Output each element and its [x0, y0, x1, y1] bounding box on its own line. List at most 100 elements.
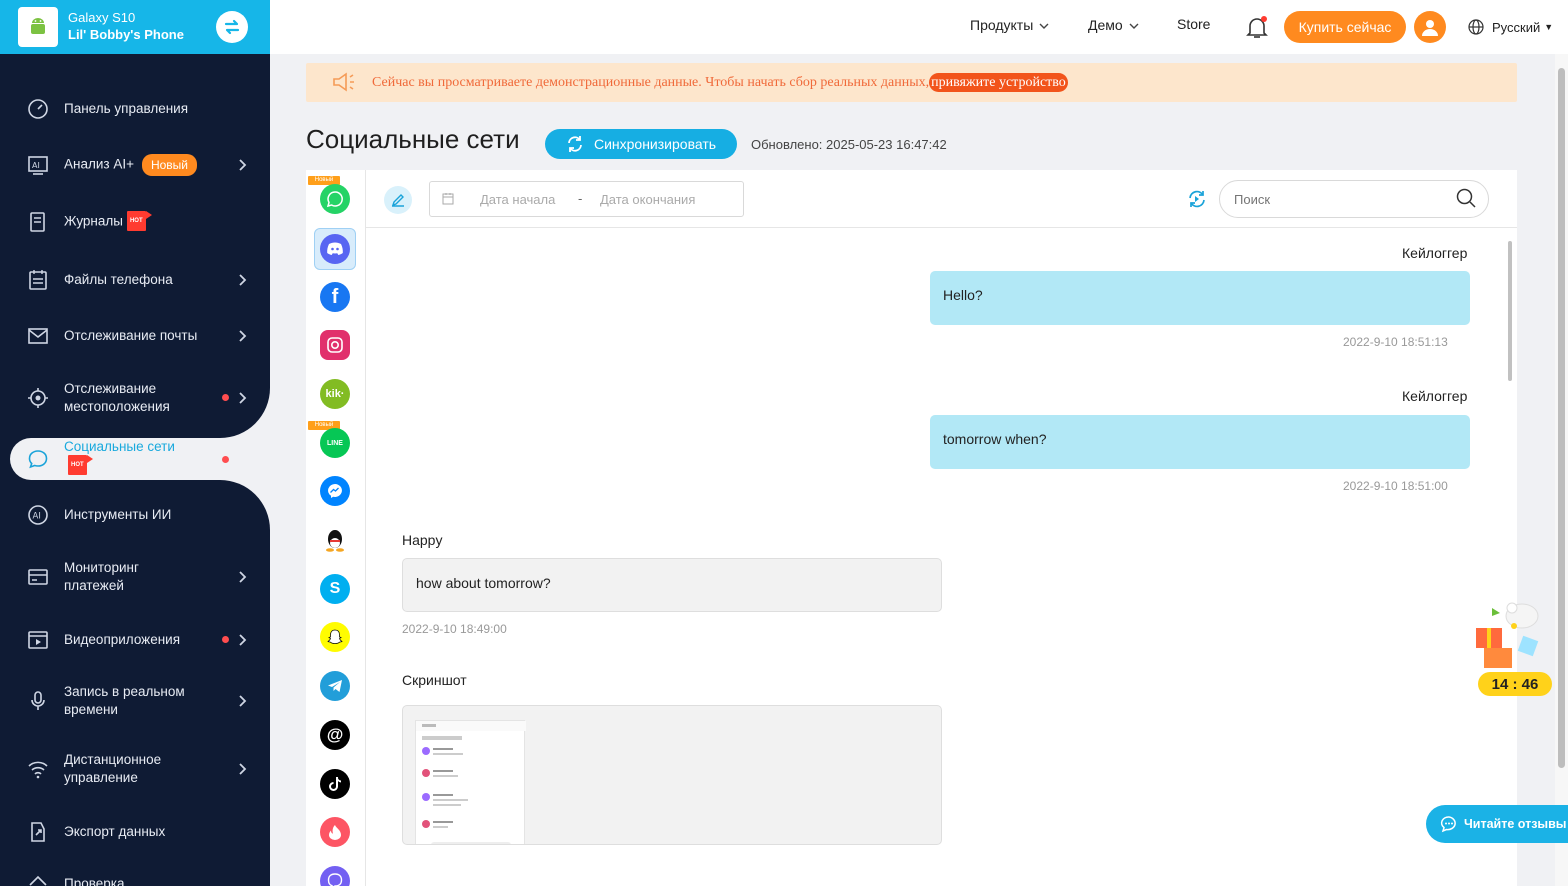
nav-remote-control[interactable]: Дистанционное управление — [0, 751, 270, 787]
discord-icon[interactable] — [320, 234, 350, 264]
screenshot-attachment[interactable] — [402, 705, 942, 845]
buy-now-button[interactable]: Купить сейчас — [1284, 11, 1406, 43]
read-reviews-button[interactable]: Читайте отзывы — [1426, 805, 1568, 843]
snapchat-icon[interactable] — [320, 622, 350, 652]
sidebar: Galaxy S10 Lil' Bobby's Phone Панель упр… — [0, 0, 270, 886]
nav-ai-tools[interactable]: AI Инструменты ИИ — [0, 505, 270, 525]
menu-products[interactable]: Продукты — [970, 17, 1049, 33]
nav-ai-analysis[interactable]: AI Анализ AI+ Новый — [0, 154, 270, 176]
end-date-input[interactable]: Дата окончания — [600, 192, 695, 207]
whatsapp-icon[interactable] — [320, 184, 350, 214]
search-input[interactable] — [1219, 180, 1489, 218]
nav-mail-tracking[interactable]: Отслеживание почты — [0, 326, 270, 346]
nav-logs[interactable]: Журналы HOT — [0, 211, 270, 232]
page-scrollbar[interactable] — [1555, 54, 1568, 886]
android-icon — [18, 7, 58, 47]
nav-check[interactable]: Проверка — [0, 874, 270, 886]
line-icon[interactable]: LINE — [320, 428, 350, 458]
nav-label: Социальные сети — [64, 439, 175, 454]
location-icon — [28, 388, 48, 408]
notification-dot — [222, 636, 229, 643]
message-sender: Кейлоггер — [1402, 388, 1468, 404]
nav-data-export[interactable]: Экспорт данных — [0, 822, 270, 842]
nav-label: Видеоприложения — [64, 632, 181, 647]
nav-label: местоположения — [64, 399, 170, 414]
globe-icon — [1468, 19, 1484, 35]
chevron-right-icon — [239, 392, 247, 404]
messenger-icon[interactable] — [320, 476, 350, 506]
chevron-right-icon — [239, 330, 247, 342]
threads-icon[interactable]: @ — [320, 720, 350, 750]
screenshot-thumbnail[interactable] — [415, 720, 526, 844]
kik-icon[interactable]: kik· — [320, 379, 350, 409]
new-badge: Новый — [141, 154, 198, 176]
language-select[interactable]: Русский ▼ — [1468, 19, 1553, 35]
instagram-icon[interactable] — [320, 330, 350, 360]
svg-text:AI: AI — [32, 161, 40, 170]
nav-label: Журналы — [64, 213, 123, 229]
chevron-right-icon — [239, 763, 247, 775]
reviews-label: Читайте отзывы — [1464, 817, 1567, 831]
telegram-icon[interactable] — [320, 671, 350, 701]
nav-location-tracking[interactable]: Отслеживание местоположения — [0, 380, 270, 416]
facebook-icon[interactable]: f — [320, 282, 350, 312]
nav-label: Инструменты ИИ — [64, 507, 172, 522]
sync-icon — [568, 136, 582, 152]
countdown-timer[interactable]: 14 : 46 — [1478, 672, 1552, 696]
switch-device-icon[interactable] — [216, 11, 248, 43]
top-bar: Продукты Демо Store Купить сейчас Русски… — [270, 0, 1568, 54]
skype-icon[interactable]: S — [320, 574, 350, 604]
bind-device-link[interactable]: привяжите устройство — [929, 72, 1068, 92]
menu-label: Продукты — [970, 17, 1034, 33]
nav-label: управление — [64, 770, 138, 785]
viber-icon[interactable] — [320, 866, 350, 886]
demo-banner: Сейчас вы просматриваете демонстрационны… — [306, 63, 1517, 102]
message-bubble: Hello? — [930, 271, 1470, 325]
tinder-icon[interactable] — [320, 817, 350, 847]
ai-tools-icon: AI — [28, 505, 48, 525]
search-icon[interactable] — [1455, 187, 1477, 209]
hot-badge: HOT — [68, 455, 93, 475]
tiktok-icon[interactable] — [320, 769, 350, 799]
sync-button[interactable]: Синхронизировать — [545, 129, 737, 159]
export-icon — [31, 822, 45, 842]
nav-live-recording[interactable]: Запись в реальном времени — [0, 683, 270, 719]
nav-label: платежей — [64, 578, 124, 593]
device-model: Galaxy S10 — [68, 10, 136, 25]
menu-store[interactable]: Store — [1177, 16, 1210, 32]
device-header[interactable]: Galaxy S10 Lil' Bobby's Phone — [0, 0, 270, 54]
chevron-down-icon — [1129, 23, 1139, 30]
nav-payment-monitoring[interactable]: Мониторинг платежей — [0, 559, 270, 595]
nav-label: Мониторинг — [64, 560, 139, 575]
chevron-right-icon — [239, 634, 247, 646]
user-avatar-icon[interactable] — [1414, 11, 1446, 43]
message-time: 2022-9-10 18:51:00 — [1343, 479, 1448, 493]
menu-label: Демо — [1088, 17, 1123, 33]
messages-scrollbar[interactable] — [1506, 229, 1514, 886]
nav-phone-files[interactable]: Файлы телефона — [0, 270, 270, 290]
nav-social-networks[interactable]: Социальные сети HOT — [0, 438, 270, 480]
page-title: Социальные сети — [306, 124, 520, 154]
nav-label: Отслеживание почты — [64, 328, 198, 343]
message-sender: Кейлоггер — [1402, 245, 1468, 261]
qq-icon[interactable] — [320, 525, 350, 555]
nav-dashboard[interactable]: Панель управления — [0, 99, 270, 119]
nav-label: Проверка — [64, 876, 125, 886]
message-bubble: tomorrow when? — [930, 415, 1470, 469]
dashboard-icon — [28, 99, 48, 119]
wifi-icon — [28, 761, 48, 779]
bell-icon[interactable] — [1244, 14, 1270, 40]
message-time: 2022-9-10 18:49:00 — [402, 622, 507, 636]
date-range-picker[interactable]: Дата начала - Дата окончания — [429, 181, 744, 217]
filter-toolbar: Дата начала - Дата окончания — [366, 170, 1517, 228]
menu-demo[interactable]: Демо — [1088, 17, 1139, 33]
gift-promo-icon[interactable] — [1470, 596, 1552, 674]
edit-icon[interactable] — [384, 186, 412, 214]
nav-label: времени — [64, 702, 118, 717]
ai-icon: AI — [28, 156, 48, 175]
nav-video-apps[interactable]: Видеоприложения — [0, 630, 270, 650]
chat-bubble-icon — [28, 450, 48, 469]
refresh-icon[interactable] — [1186, 188, 1208, 210]
nav-label: Экспорт данных — [64, 824, 166, 839]
start-date-input[interactable]: Дата начала — [480, 192, 555, 207]
